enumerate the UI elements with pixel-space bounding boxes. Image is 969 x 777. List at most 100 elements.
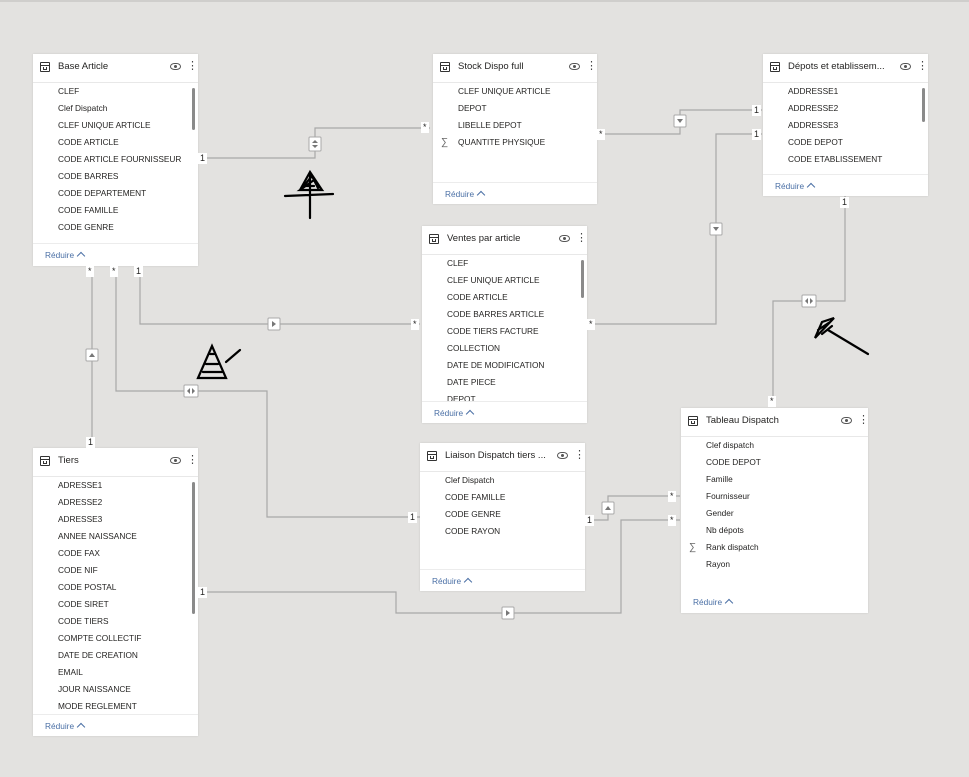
field-item[interactable]: ADRESSE1 xyxy=(33,477,198,494)
collapse-link[interactable]: Réduire xyxy=(432,576,473,587)
visibility-eye-icon[interactable] xyxy=(170,457,181,464)
field-item[interactable]: Clef Dispatch xyxy=(33,100,198,117)
table-header[interactable]: Tableau Dispatch ⋮ xyxy=(681,408,869,437)
field-list[interactable]: ADDRESSE1 ADDRESSE2 ADDRESSE3 CODE DEPOT… xyxy=(763,83,928,171)
table-card-liaison-dispatch-tiers[interactable]: Liaison Dispatch tiers ... ⋮ Clef Dispat… xyxy=(420,443,585,591)
more-options-icon[interactable]: ⋮ xyxy=(858,413,869,427)
table-header[interactable]: Dépots et etablissem... ⋮ xyxy=(763,54,928,83)
more-options-icon[interactable]: ⋮ xyxy=(187,453,198,467)
field-item[interactable]: ADDRESSE2 xyxy=(763,100,928,117)
visibility-eye-icon[interactable] xyxy=(557,452,568,459)
visibility-eye-icon[interactable] xyxy=(559,235,570,242)
table-card-tiers[interactable]: Tiers ⋮ ADRESSE1 ADRESSE2 ADRESSE3 ANNEE… xyxy=(33,448,198,736)
field-list[interactable]: CLEF UNIQUE ARTICLE DEPOT LIBELLE DEPOT … xyxy=(433,83,597,163)
field-item[interactable]: Fournisseur xyxy=(681,488,868,505)
rel-liaison-tableau[interactable] xyxy=(586,495,680,521)
field-item[interactable]: CLEF UNIQUE ARTICLE xyxy=(433,83,597,100)
table-header[interactable]: Ventes par article ⋮ xyxy=(422,226,587,255)
field-item[interactable]: DATE DE CREATION xyxy=(33,647,198,664)
scrollbar[interactable] xyxy=(192,482,195,614)
visibility-eye-icon[interactable] xyxy=(170,63,181,70)
collapse-link[interactable]: Réduire xyxy=(434,408,475,419)
table-header[interactable]: Liaison Dispatch tiers ... ⋮ xyxy=(420,443,585,472)
field-item[interactable]: CODE TIERS FACTURE xyxy=(422,323,587,340)
visibility-eye-icon[interactable] xyxy=(900,63,911,70)
field-item[interactable]: CLEF UNIQUE ARTICLE xyxy=(422,272,587,289)
table-card-stock-dispo-full[interactable]: Stock Dispo full ⋮ CLEF UNIQUE ARTICLE D… xyxy=(433,54,597,204)
field-item[interactable]: EMAIL xyxy=(33,664,198,681)
field-item[interactable]: CODE DEPARTEMENT xyxy=(33,185,198,202)
field-item[interactable]: ADRESSE2 xyxy=(33,494,198,511)
field-list[interactable]: ADRESSE1 ADRESSE2 ADRESSE3 ANNEE NAISSAN… xyxy=(33,477,198,715)
field-item[interactable]: CODE GENRE xyxy=(420,506,585,523)
field-item[interactable]: CODE ARTICLE xyxy=(422,289,587,306)
field-item[interactable]: Clef dispatch xyxy=(681,437,868,454)
field-item[interactable]: ADDRESSE3 xyxy=(763,117,928,134)
table-header[interactable]: Stock Dispo full ⋮ xyxy=(433,54,597,83)
field-item[interactable]: CODE TIERS xyxy=(33,613,198,630)
field-item[interactable]: CODE ETABLISSEMENT xyxy=(763,151,928,168)
table-card-depots-etablissements[interactable]: Dépots et etablissem... ⋮ ADDRESSE1 ADDR… xyxy=(763,54,928,196)
more-options-icon[interactable]: ⋮ xyxy=(586,59,597,73)
crossfilter-both-marker[interactable] xyxy=(801,294,817,308)
field-item[interactable]: DEPOT xyxy=(433,100,597,117)
field-list[interactable]: Clef dispatch CODE DEPOT Famille Fournis… xyxy=(681,437,868,577)
table-header[interactable]: Base Article ⋮ xyxy=(33,54,198,83)
more-options-icon[interactable]: ⋮ xyxy=(187,59,198,73)
field-item[interactable]: CODE DEPOT xyxy=(763,134,928,151)
field-item[interactable]: CODE BARRES ARTICLE xyxy=(422,306,587,323)
field-item[interactable]: CLEF xyxy=(422,255,587,272)
field-item[interactable]: COMPTE COLLECTIF xyxy=(33,630,198,647)
field-item[interactable]: ∑ QUANTITE PHYSIQUE xyxy=(433,134,597,151)
field-item[interactable]: CLEF xyxy=(33,83,198,100)
field-item[interactable]: CODE SIRET xyxy=(33,596,198,613)
field-item[interactable]: CODE DEPOT xyxy=(681,454,868,471)
field-item[interactable]: Famille xyxy=(681,471,868,488)
field-item[interactable]: CODE FAMILLE xyxy=(420,489,585,506)
collapse-link[interactable]: Réduire xyxy=(445,189,486,200)
more-options-icon[interactable]: ⋮ xyxy=(917,59,928,73)
field-item[interactable]: LIBELLE DEPOT xyxy=(433,117,597,134)
field-item[interactable]: CODE RAYON xyxy=(420,523,585,540)
field-item[interactable]: CODE BARRES xyxy=(33,168,198,185)
field-item[interactable]: DATE PIECE xyxy=(422,374,587,391)
collapse-link[interactable]: Réduire xyxy=(45,721,86,732)
scrollbar[interactable] xyxy=(192,88,195,130)
field-item[interactable]: Nb dépots xyxy=(681,522,868,539)
table-header[interactable]: Tiers ⋮ xyxy=(33,448,198,477)
field-item[interactable]: MODE REGLEMENT xyxy=(33,698,198,715)
visibility-eye-icon[interactable] xyxy=(569,63,580,70)
field-item[interactable]: CLEF UNIQUE ARTICLE xyxy=(33,117,198,134)
field-item[interactable]: Gender xyxy=(681,505,868,522)
field-item[interactable]: JOUR NAISSANCE xyxy=(33,681,198,698)
field-item[interactable]: CODE FAMILLE xyxy=(33,202,198,219)
field-item[interactable]: ADRESSE3 xyxy=(33,511,198,528)
field-item[interactable]: DEPOT xyxy=(422,391,587,401)
field-item[interactable]: CODE ARTICLE FOURNISSEUR xyxy=(33,151,198,168)
field-list[interactable]: CLEF CLEF UNIQUE ARTICLE CODE ARTICLE CO… xyxy=(422,255,587,401)
field-item[interactable]: Clef Dispatch xyxy=(420,472,585,489)
collapse-link[interactable]: Réduire xyxy=(775,181,816,192)
field-item[interactable]: CODE GENRE xyxy=(33,219,198,236)
table-card-tableau-dispatch[interactable]: Tableau Dispatch ⋮ Clef dispatch CODE DE… xyxy=(681,408,869,613)
crossfilter-both-marker[interactable] xyxy=(308,136,322,152)
field-item[interactable]: CODE ARTICLE xyxy=(33,134,198,151)
table-card-ventes-par-article[interactable]: Ventes par article ⋮ CLEF CLEF UNIQUE AR… xyxy=(422,226,587,423)
collapse-link[interactable]: Réduire xyxy=(693,597,734,608)
crossfilter-both-marker[interactable] xyxy=(183,384,199,398)
rel-ventes-depots[interactable] xyxy=(587,133,762,325)
scrollbar[interactable] xyxy=(922,88,925,122)
table-card-base-article[interactable]: Base Article ⋮ CLEF Clef Dispatch CLEF U… xyxy=(33,54,198,266)
more-options-icon[interactable]: ⋮ xyxy=(576,231,587,245)
field-item[interactable]: COLLECTION xyxy=(422,340,587,357)
field-item[interactable]: DATE DE MODIFICATION xyxy=(422,357,587,374)
scrollbar[interactable] xyxy=(581,260,584,298)
rel-base-ventes[interactable] xyxy=(139,270,420,325)
field-list[interactable]: Clef Dispatch CODE FAMILLE CODE GENRE CO… xyxy=(420,472,585,542)
field-item[interactable]: CODE NIF xyxy=(33,562,198,579)
field-item[interactable]: ANNEE NAISSANCE xyxy=(33,528,198,545)
field-list[interactable]: CLEF Clef Dispatch CLEF UNIQUE ARTICLE C… xyxy=(33,83,198,243)
more-options-icon[interactable]: ⋮ xyxy=(574,448,585,462)
field-item[interactable]: Rayon xyxy=(681,556,868,573)
field-item[interactable]: CODE POSTAL xyxy=(33,579,198,596)
